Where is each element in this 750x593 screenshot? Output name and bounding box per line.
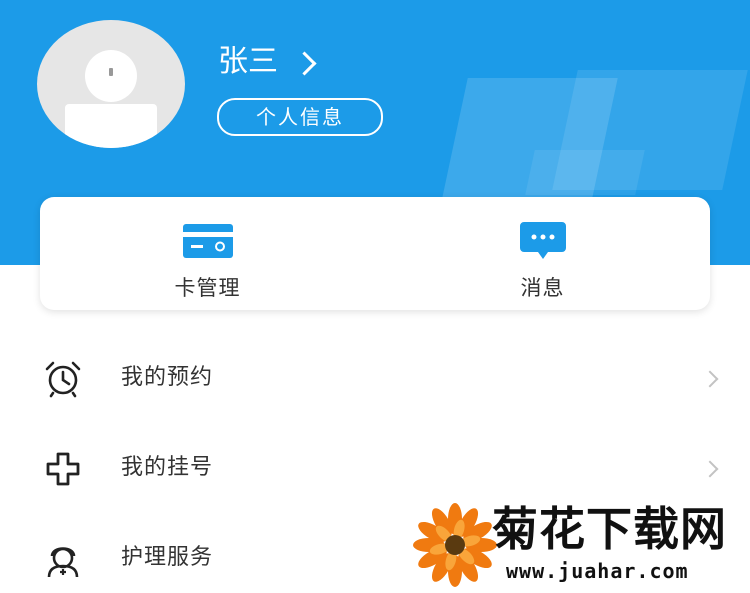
avatar-head — [85, 50, 137, 102]
header-decoration — [525, 150, 645, 195]
menu-item-label: 我的挂号 — [121, 455, 214, 480]
nurse-icon — [47, 547, 79, 578]
plus-cross-icon — [46, 452, 80, 486]
watermark-title: 菊花下载网 — [492, 502, 727, 556]
username-link[interactable]: 张三 — [218, 42, 317, 82]
avatar[interactable] — [37, 20, 185, 148]
menu-item-my-appointments[interactable]: 我的预约 — [0, 343, 750, 413]
watermark-url: www.juahar.com — [506, 559, 689, 583]
username: 张三 — [218, 44, 278, 79]
menu-item-my-registration[interactable]: 我的挂号 — [0, 433, 750, 503]
messages-button[interactable]: 消息 — [375, 197, 710, 310]
card-icon — [182, 224, 233, 258]
chevron-right-icon — [701, 370, 719, 388]
chevron-right-icon — [701, 460, 719, 478]
personal-info-button[interactable]: 个人信息 — [217, 98, 383, 136]
flower-logo-icon — [413, 503, 497, 587]
avatar-body — [65, 104, 157, 148]
quick-actions-card: 卡管理 消息 — [40, 197, 710, 310]
card-management-label: 卡管理 — [174, 276, 241, 300]
card-management-button[interactable]: 卡管理 — [40, 197, 375, 310]
watermark: 菊花下载网 www.juahar.com — [410, 500, 750, 590]
alarm-clock-icon — [45, 361, 81, 398]
message-icon — [519, 222, 566, 259]
chevron-right-icon — [292, 50, 317, 76]
menu-item-label: 护理服务 — [121, 545, 214, 570]
messages-label: 消息 — [520, 276, 565, 300]
menu-item-label: 我的预约 — [121, 365, 214, 390]
